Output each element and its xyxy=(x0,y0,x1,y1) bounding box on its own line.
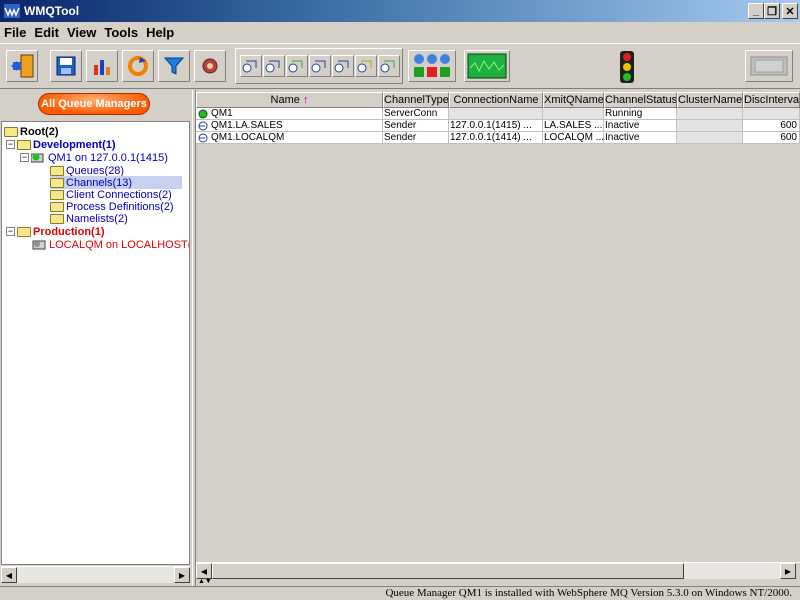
stop-channel-button[interactable] xyxy=(263,55,285,77)
chart-icon xyxy=(94,60,110,75)
ping-channel-button[interactable] xyxy=(286,55,308,77)
refresh-icon xyxy=(128,56,148,76)
queue-manager-running-icon xyxy=(31,153,44,163)
window-title: WMQTool xyxy=(24,4,80,18)
filter-funnel-icon xyxy=(163,57,185,75)
tree-node-qm1[interactable]: − QM1 on 127.0.0.1(1415) xyxy=(20,151,168,164)
right-panel: Name ↑ ChannelType ConnectionName XmitQN… xyxy=(196,92,800,586)
column-header-name[interactable]: Name ↑ xyxy=(196,92,383,108)
tree-node-development[interactable]: − Development(1) xyxy=(6,138,116,151)
column-header-clustername[interactable]: ClusterName xyxy=(677,92,743,108)
menu-help[interactable]: Help xyxy=(146,25,174,40)
folder-icon xyxy=(50,201,64,212)
toolbar xyxy=(0,43,800,89)
folder-icon xyxy=(17,226,31,237)
left-panel: All Queue Managers Root(2) − Development… xyxy=(0,90,192,586)
channel-ping-icon xyxy=(288,60,303,73)
settings-button[interactable] xyxy=(194,50,226,82)
queue-manager-tree: Root(2) − Development(1) − QM1 on 127.0.… xyxy=(1,121,190,565)
channels-table: Name ↑ ChannelType ConnectionName XmitQN… xyxy=(196,92,800,560)
sender-channel-icon xyxy=(198,121,208,131)
channel-auth-icon xyxy=(380,60,395,73)
menu-edit[interactable]: Edit xyxy=(34,25,59,40)
folder-icon xyxy=(50,165,64,176)
all-queue-managers-button[interactable]: All Queue Managers xyxy=(38,93,150,115)
resolve-channel-button[interactable] xyxy=(332,55,354,77)
scroll-right-icon[interactable]: ▶ xyxy=(780,563,796,579)
scroll-right-icon[interactable]: ▶ xyxy=(174,567,190,583)
sort-ascending-icon: ↑ xyxy=(302,94,309,106)
collapse-icon[interactable]: − xyxy=(20,153,29,162)
tree-node-root[interactable]: Root(2) xyxy=(4,125,59,138)
queue-manager-icon xyxy=(32,240,46,250)
close-button[interactable]: ✕ xyxy=(782,3,798,19)
traffic-light-icon xyxy=(617,51,637,86)
channel-status-icon xyxy=(357,60,372,73)
status-lights-icon xyxy=(414,54,450,77)
chart-button[interactable] xyxy=(86,50,118,82)
save-icon xyxy=(56,56,76,76)
start-channel-button[interactable] xyxy=(240,55,262,77)
gear-icon xyxy=(202,58,218,74)
folder-icon xyxy=(50,189,64,200)
status-bar: Queue Manager QM1 is installed with WebS… xyxy=(0,586,800,600)
sender-channel-icon xyxy=(198,133,208,143)
collapse-icon[interactable]: − xyxy=(6,140,15,149)
tree-node-namelists[interactable]: Namelists(2) xyxy=(50,212,128,225)
monitor-graph-icon xyxy=(467,53,507,79)
exit-button[interactable] xyxy=(6,50,38,82)
channel-stop-icon xyxy=(265,60,280,73)
column-header-channelstatus[interactable]: ChannelStatus xyxy=(604,92,677,108)
monitor-button[interactable] xyxy=(464,50,510,82)
status-text: Queue Manager QM1 is installed with WebS… xyxy=(385,587,792,599)
table-row[interactable]: QM1.LOCALQM Sender 127.0.0.1(1414) ... L… xyxy=(196,132,800,144)
column-header-discinterval[interactable]: DiscInterva xyxy=(743,92,800,108)
menu-bar: File Edit View Tools Help xyxy=(0,22,800,42)
refresh-button[interactable] xyxy=(122,50,154,82)
table-header: Name ↑ ChannelType ConnectionName XmitQN… xyxy=(196,92,800,108)
scroll-left-icon[interactable]: ◀ xyxy=(196,563,212,579)
scroll-thumb[interactable] xyxy=(212,563,684,579)
splitter-arrows-icon[interactable]: ▲▼ xyxy=(198,578,212,585)
left-horizontal-scrollbar[interactable]: ◀ ▶ xyxy=(1,566,190,583)
collapse-icon[interactable]: − xyxy=(6,227,15,236)
menu-file[interactable]: File xyxy=(4,25,26,40)
tree-node-production[interactable]: − Production(1) xyxy=(6,225,105,238)
save-button[interactable] xyxy=(50,50,82,82)
menu-view[interactable]: View xyxy=(67,25,96,40)
restore-button[interactable]: ❐ xyxy=(764,3,780,19)
filter-button[interactable] xyxy=(158,50,190,82)
table-row[interactable]: QM1 ServerConn Running xyxy=(196,108,800,120)
menu-tools[interactable]: Tools xyxy=(104,25,138,40)
title-bar: WMQTool _ ❐ ✕ xyxy=(0,0,800,22)
folder-open-icon xyxy=(50,177,64,188)
column-header-connectionname[interactable]: ConnectionName xyxy=(449,92,543,108)
channel-status-button[interactable] xyxy=(355,55,377,77)
table-row[interactable]: QM1.LA.SALES Sender 127.0.0.1(1415) ... … xyxy=(196,120,800,132)
serverconn-channel-icon xyxy=(198,109,208,119)
channel-resolve-icon xyxy=(334,60,349,73)
column-header-channeltype[interactable]: ChannelType xyxy=(383,92,449,108)
app-icon xyxy=(4,4,20,18)
minimize-button[interactable]: _ xyxy=(748,3,764,19)
channel-start-icon xyxy=(242,60,257,73)
tree-node-localqm[interactable]: LOCALQM on LOCALHOST( xyxy=(32,238,189,251)
exit-door-icon xyxy=(11,54,34,78)
console-icon xyxy=(750,56,788,76)
scroll-left-icon[interactable]: ◀ xyxy=(1,567,17,583)
reset-channel-button[interactable] xyxy=(309,55,331,77)
column-header-xmitqname[interactable]: XmitQName xyxy=(543,92,604,108)
folder-icon xyxy=(50,213,64,224)
folder-icon xyxy=(4,126,18,137)
channel-auth-button[interactable] xyxy=(378,55,400,77)
channel-reset-icon xyxy=(311,60,326,73)
console-button[interactable] xyxy=(745,50,793,82)
table-horizontal-scrollbar[interactable]: ◀ ▶ xyxy=(196,562,800,579)
status-lights-button[interactable] xyxy=(408,50,456,82)
folder-icon xyxy=(17,139,31,150)
